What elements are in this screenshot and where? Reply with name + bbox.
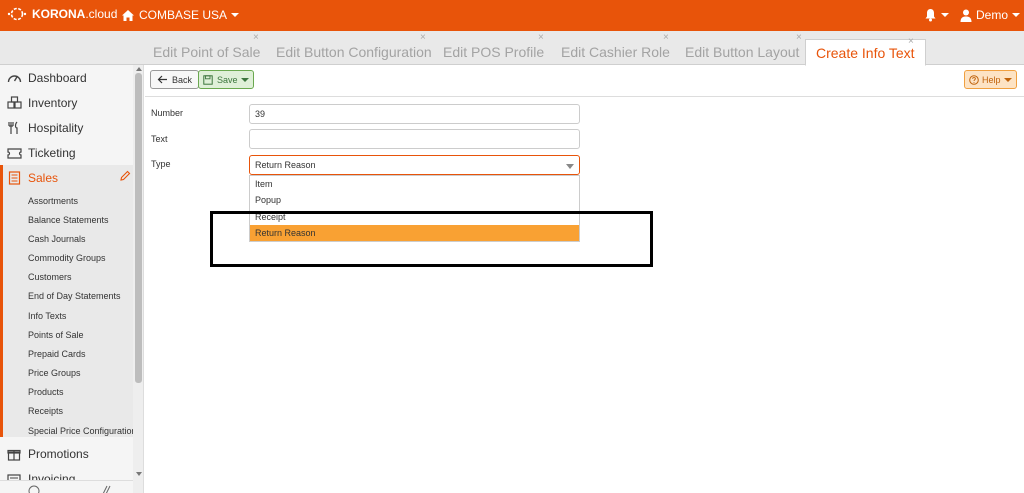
sidebar-subitem-points-of-sale[interactable]: Points of Sale xyxy=(28,330,84,340)
chevron-down-icon xyxy=(566,164,574,169)
text-field[interactable] xyxy=(249,129,580,149)
tab-label: Edit Button Configuration xyxy=(276,44,432,60)
close-icon[interactable]: × xyxy=(538,33,544,43)
bell-icon xyxy=(925,9,936,22)
dashboard-icon xyxy=(6,70,22,86)
type-option-item[interactable]: Item xyxy=(250,176,579,192)
save-button-label: Save xyxy=(217,74,238,85)
tab-edit-button-configuration[interactable]: Edit Button Configuration × xyxy=(276,33,432,65)
sidebar-subitem-special-price-configurations[interactable]: Special Price Configurations xyxy=(28,426,141,436)
sidebar-subitem-cash-journals[interactable]: Cash Journals xyxy=(28,234,86,244)
sidebar-subitem-customers[interactable]: Customers xyxy=(28,272,72,282)
korona-logo-icon xyxy=(7,7,27,21)
sidebar-item-dashboard[interactable]: Dashboard xyxy=(0,65,133,90)
text-label: Text xyxy=(151,134,168,144)
chevron-down-icon xyxy=(1003,77,1012,82)
close-icon[interactable]: × xyxy=(420,33,426,43)
gift-icon xyxy=(6,446,22,462)
annotation-highlight-box xyxy=(210,211,653,267)
sidebar-item-label: Ticketing xyxy=(28,145,76,160)
tab-label: Edit Cashier Role xyxy=(561,44,670,60)
sidebar-subitem-balance-statements[interactable]: Balance Statements xyxy=(28,215,109,225)
sidebar-footer xyxy=(0,480,133,493)
type-select[interactable]: Return Reason xyxy=(249,155,580,175)
tab-label: Edit Button Layout xyxy=(685,44,800,60)
top-bar: KORONA .cloud COMBASE USA Demo xyxy=(0,0,1024,31)
notifications-button[interactable] xyxy=(924,8,949,22)
back-button-label: Back xyxy=(172,74,193,85)
pencil-icon[interactable] xyxy=(119,170,131,185)
ticket-icon xyxy=(6,145,22,161)
sales-submenu xyxy=(0,190,133,437)
sidebar-subitem-commodity-groups[interactable]: Commodity Groups xyxy=(28,253,106,263)
scroll-down-icon[interactable] xyxy=(136,472,142,476)
sidebar-subitem-receipts[interactable]: Receipts xyxy=(28,406,63,416)
tab-edit-cashier-role[interactable]: Edit Cashier Role × xyxy=(561,33,670,65)
type-label: Type xyxy=(151,159,171,169)
brand-name: KORONA xyxy=(32,7,86,21)
user-menu[interactable]: Demo xyxy=(960,8,1021,22)
sidebar-item-ticketing[interactable]: Ticketing xyxy=(0,140,133,165)
help-circle-icon[interactable] xyxy=(28,485,40,493)
sidebar-item-promotions[interactable]: Promotions xyxy=(0,441,133,466)
scrollbar-thumb[interactable] xyxy=(135,73,142,383)
close-icon[interactable]: × xyxy=(663,33,669,43)
sidebar-scrollbar[interactable] xyxy=(133,65,143,493)
sidebar-item-label: Sales xyxy=(28,170,59,185)
boxes-icon xyxy=(6,95,22,111)
sidebar-subitem-assortments[interactable]: Assortments xyxy=(28,196,78,206)
tab-label: Create Info Text xyxy=(816,45,915,61)
sidebar-subitem-info-texts[interactable]: Info Texts xyxy=(28,311,66,321)
content-toolbar: Back Save Help xyxy=(145,65,1024,97)
receipt-list-icon xyxy=(6,170,22,186)
chevron-down-icon xyxy=(1012,13,1021,17)
sidebar-item-hospitality[interactable]: Hospitality xyxy=(0,115,133,140)
type-option-popup[interactable]: Popup xyxy=(250,192,579,208)
tab-create-info-text[interactable]: Create Info Text × xyxy=(805,37,926,66)
number-label: Number xyxy=(151,108,184,118)
sidebar-subitem-prepaid-cards[interactable]: Prepaid Cards xyxy=(28,349,86,359)
scroll-up-icon[interactable] xyxy=(136,67,142,71)
chevron-down-icon xyxy=(941,13,949,17)
sidebar-subitem-products[interactable]: Products xyxy=(28,387,64,397)
sidebar-subitem-end-of-day-statements[interactable]: End of Day Statements xyxy=(28,291,121,301)
sidebar-item-label: Promotions xyxy=(28,446,89,461)
collapse-sidebar-icon[interactable] xyxy=(100,485,112,493)
sidebar-item-sales[interactable]: Sales xyxy=(0,165,133,190)
question-circle-icon xyxy=(969,74,979,85)
tab-edit-button-layout[interactable]: Edit Button Layout × xyxy=(685,33,802,65)
brand-suffix: .cloud xyxy=(85,7,118,21)
help-button-label: Help xyxy=(982,74,1001,85)
tab-edit-pos-profile[interactable]: Edit POS Profile × xyxy=(443,33,545,65)
chevron-down-icon xyxy=(231,13,240,17)
close-icon[interactable]: × xyxy=(796,33,802,43)
sidebar: Dashboard Inventory Hospitality Ticketin… xyxy=(0,65,144,493)
help-button[interactable]: Help xyxy=(964,70,1017,89)
sidebar-item-label: Hospitality xyxy=(28,120,84,135)
number-field[interactable]: 39 xyxy=(249,104,580,124)
user-icon xyxy=(960,9,972,22)
user-name: Demo xyxy=(976,8,1009,22)
company-selector[interactable]: COMBASE USA xyxy=(121,8,240,22)
tab-edit-point-of-sale[interactable]: Edit Point of Sale × xyxy=(153,33,261,65)
save-button[interactable]: Save xyxy=(198,70,254,89)
arrow-left-icon xyxy=(157,75,167,84)
type-select-value: Return Reason xyxy=(255,160,316,170)
sidebar-subitem-price-groups[interactable]: Price Groups xyxy=(28,368,81,378)
home-icon xyxy=(122,9,134,21)
tab-label: Edit POS Profile xyxy=(443,44,545,60)
sidebar-item-inventory[interactable]: Inventory xyxy=(0,90,133,115)
sidebar-item-label: Dashboard xyxy=(28,70,87,85)
tab-strip: Edit Point of Sale × Edit Button Configu… xyxy=(0,31,1024,66)
sidebar-item-label: Inventory xyxy=(28,95,78,110)
chevron-down-icon xyxy=(240,77,249,82)
brand[interactable]: KORONA .cloud xyxy=(6,7,117,21)
close-icon[interactable]: × xyxy=(908,37,914,47)
utensils-icon xyxy=(6,120,22,136)
company-name: COMBASE USA xyxy=(139,8,228,22)
tab-label: Edit Point of Sale xyxy=(153,44,261,60)
back-button[interactable]: Back xyxy=(150,70,200,89)
close-icon[interactable]: × xyxy=(253,33,259,43)
floppy-disk-icon xyxy=(203,74,213,85)
